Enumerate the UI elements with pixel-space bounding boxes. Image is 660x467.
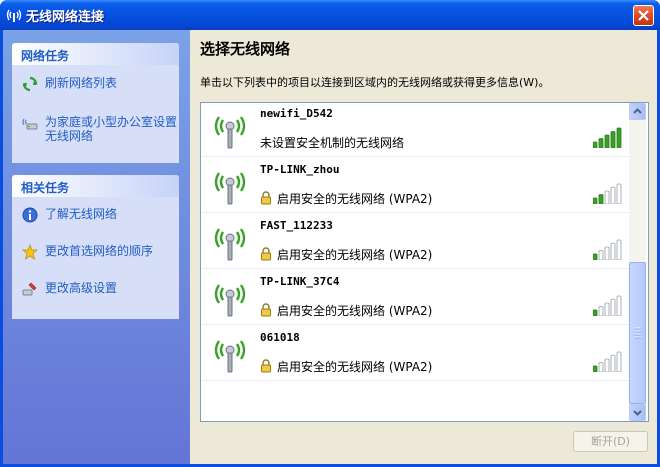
wireless-network-list[interactable]: newifi_D542 未设置安全机制的无线网络 TP-LINK_zhou 启用安全的… — [200, 102, 649, 422]
network-tasks-header[interactable]: 网络任务 — [12, 43, 179, 65]
signal-strength-icon — [592, 350, 623, 373]
network-ssid: newifi_D542 — [260, 107, 333, 120]
network-list-item[interactable]: FAST_112233 启用安全的无线网络 (WPA2) — [202, 215, 629, 269]
settings-icon — [22, 281, 38, 297]
close-button[interactable] — [633, 5, 654, 26]
lock-icon — [260, 359, 272, 373]
network-security-status: 启用安全的无线网络 (WPA2) — [277, 304, 433, 318]
window-client-area: 网络任务 刷新网络列表 为家庭或小型办公室设置无线网络 相关任务 了解无线网络 … — [3, 30, 657, 464]
signal-strength-icon — [592, 182, 623, 205]
network-list-item[interactable]: TP-LINK_zhou 启用安全的无线网络 (WPA2) — [202, 159, 629, 213]
window-title: 无线网络连接 — [26, 10, 105, 25]
network-security-status: 未设置安全机制的无线网络 — [260, 136, 405, 150]
network-ssid: FAST_112233 — [260, 219, 333, 232]
related-tasks-header[interactable]: 相关任务 — [12, 175, 179, 197]
learn-wireless-label: 了解无线网络 — [45, 207, 118, 221]
network-ssid: TP-LINK_37C4 — [260, 275, 340, 288]
network-security-status: 启用安全的无线网络 (WPA2) — [277, 192, 433, 206]
vertical-scrollbar[interactable] — [629, 103, 646, 421]
title-bar[interactable]: 无线网络连接 — [0, 0, 660, 30]
wireless-antenna-icon — [212, 279, 248, 319]
wireless-antenna-icon — [212, 335, 248, 375]
lock-icon — [260, 303, 272, 317]
wireless-setup-icon — [22, 115, 38, 131]
related-tasks-panel: 相关任务 了解无线网络 更改首选网络的顺序 更改高级设置 — [12, 175, 179, 319]
wireless-network-icon — [6, 7, 22, 23]
wireless-antenna-icon — [212, 111, 248, 151]
lock-icon — [260, 247, 272, 261]
chevron-up-icon — [633, 108, 642, 114]
network-ssid: TP-LINK_zhou — [260, 163, 340, 176]
setup-wireless-network-label: 为家庭或小型办公室设置无线网络 — [45, 115, 178, 143]
signal-strength-icon — [592, 238, 623, 261]
refresh-network-list-label: 刷新网络列表 — [45, 76, 118, 90]
disconnect-button[interactable]: 断开(D) — [573, 431, 648, 452]
signal-strength-icon — [592, 294, 623, 317]
change-advanced-settings-label: 更改高级设置 — [45, 281, 118, 295]
scroll-up-button[interactable] — [629, 103, 646, 120]
network-list-item[interactable]: newifi_D542 未设置安全机制的无线网络 — [202, 103, 629, 157]
network-list-item[interactable]: 061018 启用安全的无线网络 (WPA2) — [202, 327, 629, 381]
network-ssid: 061018 — [260, 331, 300, 344]
info-icon — [22, 207, 38, 223]
scroll-thumb[interactable] — [629, 262, 646, 404]
network-security-status: 启用安全的无线网络 (WPA2) — [277, 248, 433, 262]
network-list-item[interactable]: TP-LINK_37C4 启用安全的无线网络 (WPA2) — [202, 271, 629, 325]
lock-icon — [260, 191, 272, 205]
refresh-icon — [22, 76, 38, 92]
page-description: 单击以下列表中的项目以连接到区域内的无线网络或获得更多信息(W)。 — [200, 76, 550, 89]
wireless-antenna-icon — [212, 223, 248, 263]
page-title: 选择无线网络 — [200, 40, 291, 58]
grip-icon — [634, 327, 641, 339]
signal-strength-icon — [592, 126, 623, 149]
network-security-status: 启用安全的无线网络 (WPA2) — [277, 360, 433, 374]
wireless-connection-window: 无线网络连接 网络任务 刷新网络列表 为家庭或小型办公室设置无线网络 相关任务 … — [0, 0, 660, 467]
wireless-antenna-icon — [212, 167, 248, 207]
task-sidebar: 网络任务 刷新网络列表 为家庭或小型办公室设置无线网络 相关任务 了解无线网络 … — [3, 30, 190, 464]
scroll-down-button[interactable] — [629, 404, 646, 421]
network-tasks-panel: 网络任务 刷新网络列表 为家庭或小型办公室设置无线网络 — [12, 43, 179, 163]
change-preferred-order-label: 更改首选网络的顺序 — [45, 244, 154, 258]
chevron-down-icon — [633, 410, 642, 416]
close-icon — [638, 10, 649, 21]
star-icon — [22, 244, 38, 260]
